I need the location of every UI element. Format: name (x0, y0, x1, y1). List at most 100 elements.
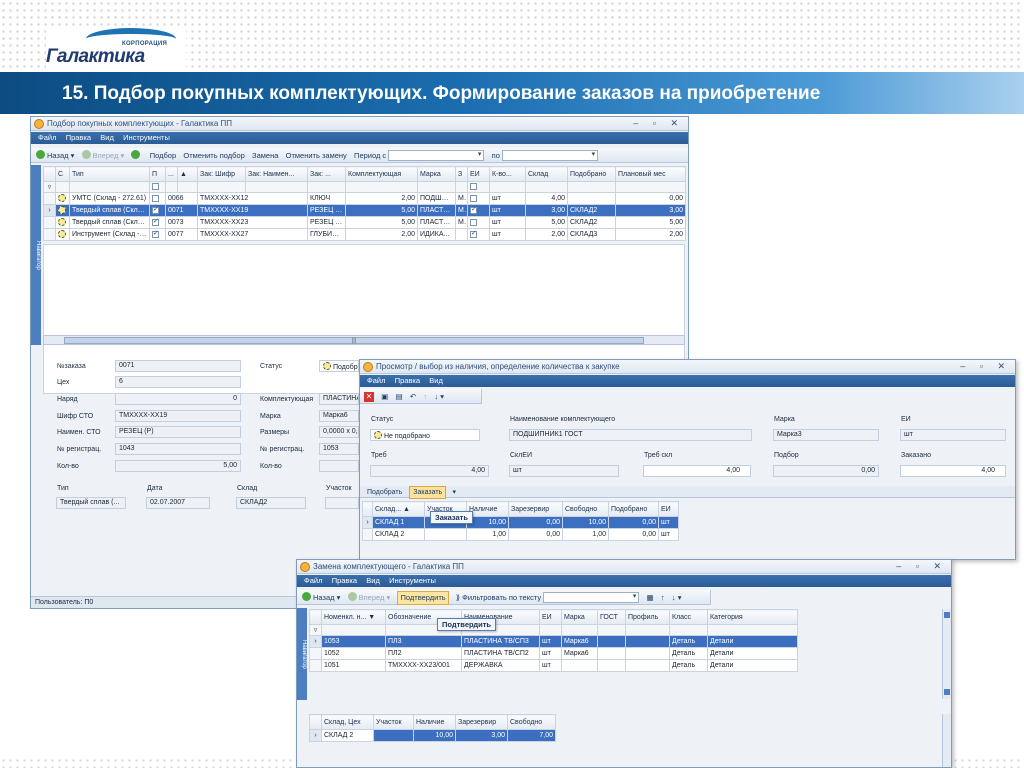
cell-class[interactable]: Деталь (669, 635, 708, 648)
col-header-reserved[interactable]: Зарезервир (455, 714, 508, 730)
row-status-icon[interactable] (55, 192, 70, 205)
p-checkbox[interactable] (152, 230, 159, 238)
cell-mark[interactable] (455, 228, 468, 241)
qty-field[interactable]: 5,00 (115, 460, 241, 472)
up-arrow-icon[interactable]: ↑ (423, 389, 427, 404)
cell-store[interactable]: СКЛАД2 (567, 216, 616, 229)
qty2-field[interactable] (319, 460, 359, 472)
status-field[interactable]: Подобр (319, 360, 359, 372)
scroll-thumb[interactable]: ||| (64, 337, 644, 344)
cell-class[interactable]: Деталь (669, 659, 708, 672)
menu-edit[interactable]: Правка (66, 133, 91, 142)
down-arrow-icon[interactable]: ↓ ▾ (434, 389, 444, 404)
mark-field[interactable]: Марка3 (773, 429, 879, 441)
cell-p[interactable] (149, 204, 166, 217)
undo-icon[interactable]: ↶ (410, 389, 416, 404)
confirm-button[interactable]: Подтвердить (397, 591, 449, 605)
cell-type[interactable]: Твердый сплав (Склад -... (69, 216, 150, 229)
ordered-spinner[interactable]: 4,00 (900, 465, 1006, 477)
col-header-profile[interactable]: Профиль (625, 609, 670, 625)
cell-reserved[interactable]: 0,00 (508, 528, 563, 541)
menu-file[interactable]: Файл (38, 133, 56, 142)
cell-mark[interactable]: Марка6 (455, 204, 468, 217)
cell-cipher[interactable]: TMXXXX-XX23 (197, 216, 308, 229)
cell-num[interactable]: 0071 (165, 204, 198, 217)
vertical-scrollbar[interactable] (942, 609, 951, 699)
table-row[interactable]: СКЛАД 2 1,00 0,00 1,00 0,00 шт (362, 528, 679, 541)
col-header-free[interactable]: Свободно (562, 501, 609, 517)
cell-gost[interactable] (597, 659, 626, 672)
cell-mark[interactable]: Марка3 (455, 192, 468, 205)
menu-view[interactable]: Вид (366, 576, 380, 585)
component-name-field[interactable]: ПОДШИПНИК1 ГОСТ (509, 429, 752, 441)
col-header-order-qty[interactable]: Зак: ... (307, 166, 346, 182)
cell-unit[interactable]: шт (539, 647, 562, 660)
store-field[interactable]: СКЛАД2 (236, 497, 306, 509)
cell-name[interactable]: ПЛАСТИНА ТВ/СП3 (461, 635, 540, 648)
period-from-combo[interactable] (388, 150, 485, 162)
cell-order-qty[interactable]: 2,00 (345, 192, 418, 205)
row-status-icon[interactable] (55, 204, 70, 217)
cell-unit[interactable]: шт (489, 192, 526, 205)
row-status-icon[interactable] (55, 228, 70, 241)
col-header-sort[interactable]: ▲ (177, 166, 198, 182)
pick-button[interactable]: Подбор (150, 148, 176, 163)
col-header-plan[interactable]: Плановый мес (615, 166, 686, 182)
row-indicator[interactable]: › (309, 729, 322, 742)
row-indicator[interactable] (43, 192, 56, 205)
cell-profile[interactable] (625, 647, 670, 660)
menu-edit[interactable]: Правка (395, 376, 420, 385)
col-header-unit[interactable]: ЕИ (539, 609, 562, 625)
forward-button[interactable]: Вперед ▾ (347, 590, 390, 605)
col-header-picked[interactable]: Подобрано (608, 501, 659, 517)
store-unit-field[interactable]: шт (509, 465, 619, 477)
cell-profile[interactable] (625, 659, 670, 672)
cell-mark[interactable]: Марка6 (561, 647, 598, 660)
menu-tools[interactable]: Инструменты (123, 133, 170, 142)
mark-field[interactable]: Марка6 (319, 410, 359, 422)
cell-cipher[interactable]: TMXXXX-XX27 (197, 228, 308, 241)
cell-category[interactable]: Детали (707, 647, 798, 660)
cell-type[interactable]: УМТС (Склад - 272.61) (69, 192, 150, 205)
col-header-unit[interactable]: ЕИ (658, 501, 679, 517)
required-field[interactable]: 4,00 (370, 465, 489, 477)
cell-code[interactable]: ПЛ2 (385, 647, 462, 660)
save-icon[interactable]: ▣ (381, 389, 388, 404)
cell-num[interactable]: 0073 (165, 216, 198, 229)
cell-p[interactable] (149, 216, 166, 229)
cell-num[interactable]: 0077 (165, 228, 198, 241)
cell-type[interactable]: Инструмент (Склад - 27... (69, 228, 150, 241)
cell-order-qty[interactable]: 5,00 (345, 216, 418, 229)
scroll-up-icon[interactable] (944, 612, 950, 618)
filter-text-input[interactable] (543, 592, 640, 604)
cell-nomenclature[interactable]: 1051 (321, 659, 386, 672)
col-header-unit[interactable]: ЕИ (467, 166, 490, 182)
cell-free[interactable]: 7,00 (507, 729, 556, 742)
period-to-combo[interactable] (502, 150, 599, 162)
cell-order-name[interactable]: ГЛУБИНОМЕР (М) (307, 228, 346, 241)
filter-checkbox-z[interactable] (470, 183, 477, 190)
cell-store[interactable]: СКЛАД3 (567, 228, 616, 241)
table-row[interactable]: › СКЛАД 1 10,00 0,00 10,00 0,00 шт (362, 516, 679, 529)
cell-order-qty[interactable]: 5,00 (345, 204, 418, 217)
cell-profile[interactable] (625, 635, 670, 648)
cell-order-name[interactable]: РЕЗЕЦ (Р) (307, 216, 346, 229)
cancel-replace-button[interactable]: Отменить замену (286, 148, 347, 163)
reg2-field[interactable]: 1053 (319, 443, 359, 455)
cell-store[interactable]: СКЛАД 1 (372, 516, 425, 529)
menu-file[interactable]: Файл (304, 576, 322, 585)
cell-picked[interactable]: 2,00 (615, 228, 686, 241)
component-field[interactable]: ПЛАСТИНА Т (319, 393, 359, 405)
filter-icon[interactable]: ▿ (309, 624, 322, 636)
col-header-reserved[interactable]: Зарезервир (508, 501, 563, 517)
row-status-icon[interactable] (55, 216, 70, 229)
cell-available[interactable]: 1,00 (466, 528, 509, 541)
cell-reserved[interactable]: 3,00 (455, 729, 508, 742)
table-row[interactable]: Твердый сплав (Склад -... 0073TMXXXX-XX23… (43, 216, 686, 229)
z-checkbox[interactable] (470, 230, 477, 238)
navigator-side-tab[interactable]: Навигатор (31, 165, 41, 345)
col-header-nomenclature[interactable]: Номенкл. н... ▼ (321, 609, 386, 625)
cell-store[interactable]: СКЛАД2 (567, 204, 616, 217)
col-header-p[interactable]: П (149, 166, 166, 182)
row-indicator[interactable]: › (362, 516, 373, 529)
